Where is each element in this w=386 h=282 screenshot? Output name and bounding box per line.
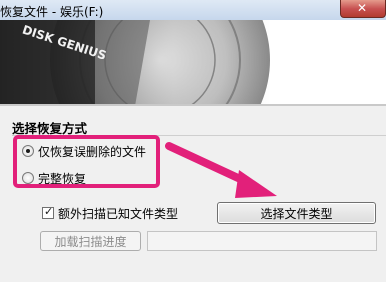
extra-scan-option[interactable]: ✓ 额外扫描已知文件类型 xyxy=(42,205,178,221)
disk-genius-logo: DISK GENIUS xyxy=(0,20,270,106)
extra-scan-label: 额外扫描已知文件类型 xyxy=(58,206,179,221)
close-button[interactable]: ✕ xyxy=(340,0,386,18)
banner: DISK GENIUS xyxy=(0,20,386,106)
annotation-highlight-box xyxy=(13,135,160,188)
extra-scan-checkbox[interactable]: ✓ xyxy=(42,205,54,219)
window-title: 恢复文件 - 娱乐(F:) xyxy=(0,5,104,19)
check-icon: ✓ xyxy=(44,205,54,218)
banner-divider xyxy=(0,104,386,106)
load-scan-progress-button[interactable]: 加载扫描进度 xyxy=(40,231,141,251)
title-bar: 恢复文件 - 娱乐(F:) ✕ xyxy=(0,0,386,20)
annotation-arrow-icon xyxy=(165,142,277,198)
choose-file-type-button[interactable]: 选择文件类型 xyxy=(217,202,376,224)
close-icon: ✕ xyxy=(357,1,368,15)
load-progress-path-field[interactable] xyxy=(147,231,377,251)
